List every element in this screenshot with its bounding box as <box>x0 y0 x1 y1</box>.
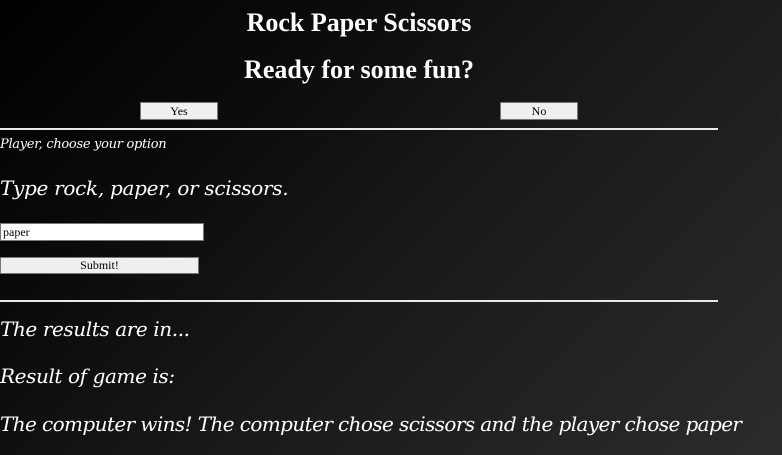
submit-button[interactable]: Submit! <box>0 257 199 274</box>
player-prompt: Player, choose your option <box>0 137 167 152</box>
result-label: Result of game is: <box>0 364 175 388</box>
results-heading: The results are in... <box>0 317 190 341</box>
choice-input[interactable] <box>0 223 204 241</box>
yes-button[interactable]: Yes <box>140 102 218 120</box>
choice-instruction: Type rock, paper, or scissors. <box>0 176 289 200</box>
page: Rock Paper Scissors Ready for some fun? … <box>0 0 782 455</box>
no-button[interactable]: No <box>500 102 578 120</box>
divider-top <box>0 128 718 130</box>
app-title: Rock Paper Scissors <box>246 8 472 37</box>
result-text: The computer wins! The computer chose sc… <box>0 412 742 436</box>
subtitle: Ready for some fun? <box>244 55 474 84</box>
divider-bottom <box>0 300 718 302</box>
